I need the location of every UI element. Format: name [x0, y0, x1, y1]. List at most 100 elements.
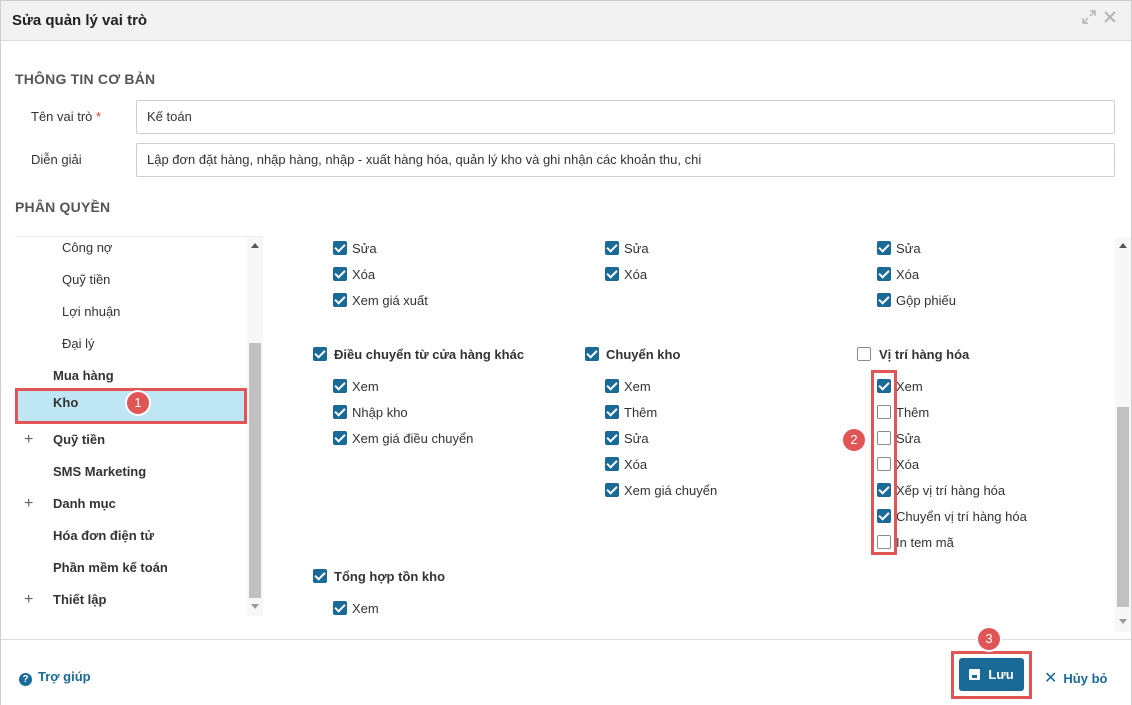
checkbox-transfer-other-view[interactable] — [333, 379, 347, 393]
expand-plus-icon[interactable]: + — [24, 489, 33, 519]
perm-label: Gộp phiếu — [896, 293, 956, 308]
question-circle-icon: ? — [19, 673, 32, 686]
tree-item-label: Thiết lập — [53, 592, 107, 607]
checkbox-location-view[interactable] — [877, 379, 891, 393]
scroll-down-arrow-icon[interactable] — [251, 604, 259, 609]
tree-item-label: Quỹ tiền — [62, 272, 111, 287]
expand-plus-icon[interactable]: + — [24, 425, 33, 455]
scrollbar-thumb[interactable] — [1117, 407, 1129, 607]
perm-label: Xem — [352, 379, 379, 394]
basic-info-heading: THÔNG TIN CƠ BẢN — [15, 71, 156, 87]
edit-role-dialog: Sửa quản lý vai trò THÔNG TIN CƠ BẢN Tên… — [0, 0, 1132, 705]
save-label: Lưu — [988, 667, 1014, 682]
checkbox-group-inventory[interactable] — [313, 569, 327, 583]
checkbox-col1-delete[interactable] — [333, 267, 347, 281]
tree-item-loi-nhuan[interactable]: Lợi nhuận — [15, 297, 247, 327]
group-label-location: Vị trí hàng hóa — [879, 347, 970, 362]
checkbox-location-print-label[interactable] — [877, 535, 891, 549]
checkbox-location-delete[interactable] — [877, 457, 891, 471]
tree-item-thiet-lap[interactable]: + Thiết lập — [15, 585, 247, 615]
tree-item-cong-no[interactable]: Công nợ — [15, 237, 247, 263]
tree-scrollbar[interactable] — [247, 237, 263, 616]
perm-label: Sửa — [352, 241, 377, 256]
perm-label: Xóa — [352, 267, 376, 282]
checkbox-col1-edit[interactable] — [333, 241, 347, 255]
help-label: Trợ giúp — [38, 669, 91, 684]
tree-item-sms-marketing[interactable]: SMS Marketing — [15, 457, 247, 487]
tree-item-phan-mem-ke-toan[interactable]: Phần mềm kế toán — [15, 553, 247, 583]
checkbox-col3-merge[interactable] — [877, 293, 891, 307]
scroll-up-arrow-icon[interactable] — [251, 243, 259, 248]
checkbox-transfer-view-price[interactable] — [605, 483, 619, 497]
checkbox-location-add[interactable] — [877, 405, 891, 419]
scrollbar-thumb[interactable] — [249, 343, 261, 598]
checkbox-transfer-add[interactable] — [605, 405, 619, 419]
perm-label: Sửa — [624, 431, 649, 446]
perm-label: Xem — [624, 379, 651, 394]
tree-item-label: Quỹ tiền — [53, 432, 106, 447]
tree-item-quy-tien[interactable]: + Quỹ tiền — [15, 425, 247, 455]
perm-label: Xem giá xuất — [352, 293, 428, 308]
group-label-inventory: Tổng hợp tồn kho — [334, 569, 446, 584]
checkbox-transfer-view[interactable] — [605, 379, 619, 393]
tree-item-mua-hang[interactable]: Mua hàng — [15, 361, 247, 391]
checkbox-col3-edit[interactable] — [877, 241, 891, 255]
help-link[interactable]: ? Trợ giúp — [19, 669, 91, 686]
checkbox-col2-edit[interactable] — [605, 241, 619, 255]
perm-label: Xếp vị trí hàng hóa — [896, 483, 1006, 498]
perm-label: Xóa — [896, 457, 920, 472]
save-button[interactable]: Lưu — [959, 658, 1024, 691]
expand-plus-icon[interactable]: + — [24, 585, 33, 615]
role-name-input[interactable]: Kế toán — [136, 100, 1115, 134]
perm-label: Thêm — [624, 405, 658, 420]
dialog-titlebar: Sửa quản lý vai trò — [1, 1, 1131, 41]
perm-label: Chuyển vị trí hàng hóa — [896, 509, 1027, 524]
checkbox-col1-view-export-price[interactable] — [333, 293, 347, 307]
perm-label: Thêm — [896, 405, 930, 420]
permissions-scrollbar[interactable] — [1115, 237, 1131, 632]
checkbox-group-transfer[interactable] — [585, 347, 599, 361]
step-badge-3: 3 — [978, 628, 1000, 650]
perm-label: Xem — [896, 379, 923, 394]
x-icon: ✕ — [1044, 670, 1058, 687]
dialog-footer: ? Trợ giúp Lưu ✕ Hủy bỏ — [1, 639, 1131, 705]
tree-item-label: Mua hàng — [53, 368, 114, 383]
close-icon[interactable] — [1101, 10, 1119, 28]
group-label-transfer-other: Điều chuyển từ cửa hàng khác — [334, 347, 525, 362]
checkbox-inventory-view[interactable] — [333, 601, 347, 615]
perm-label: Xem — [352, 601, 379, 616]
perm-label: Xem giá điều chuyển — [352, 431, 474, 446]
checkbox-group-transfer-other[interactable] — [313, 347, 327, 361]
cancel-button[interactable]: ✕ Hủy bỏ — [1044, 668, 1107, 688]
tree-item-danh-muc[interactable]: + Danh mục — [15, 489, 247, 519]
tree-item-label: SMS Marketing — [53, 464, 147, 479]
perm-label: Nhập kho — [352, 405, 408, 420]
scroll-up-arrow-icon[interactable] — [1119, 243, 1127, 248]
checkbox-location-arrange[interactable] — [877, 483, 891, 497]
checkbox-location-edit[interactable] — [877, 431, 891, 445]
checkbox-transfer-other-view-price[interactable] — [333, 431, 347, 445]
scroll-down-arrow-icon[interactable] — [1119, 619, 1127, 624]
checkbox-col2-delete[interactable] — [605, 267, 619, 281]
group-label-transfer: Chuyển kho — [606, 347, 681, 362]
tree-item-quy-tien-child[interactable]: Quỹ tiền — [15, 265, 247, 295]
perm-label: Sửa — [896, 431, 921, 446]
perm-label: Xem giá chuyển — [624, 483, 718, 498]
cancel-label: Hủy bỏ — [1063, 671, 1108, 686]
checkbox-group-location[interactable] — [857, 347, 871, 361]
checkbox-col3-delete[interactable] — [877, 267, 891, 281]
tree-item-dai-ly[interactable]: Đại lý — [15, 329, 247, 359]
perm-label: In tem mã — [896, 535, 954, 550]
role-name-label: Tên vai trò * — [31, 109, 101, 124]
perm-label: Xóa — [624, 267, 648, 282]
checkbox-location-move[interactable] — [877, 509, 891, 523]
checkbox-transfer-other-import[interactable] — [333, 405, 347, 419]
tree-item-label: Đại lý — [62, 336, 95, 351]
required-mark: * — [96, 109, 102, 124]
tree-item-label: Công nợ — [62, 240, 113, 255]
checkbox-transfer-edit[interactable] — [605, 431, 619, 445]
expand-icon[interactable] — [1080, 10, 1098, 28]
description-input[interactable]: Lập đơn đặt hàng, nhập hàng, nhập - xuất… — [136, 143, 1115, 177]
tree-item-hoa-don-dien-tu[interactable]: Hóa đơn điện tử — [15, 521, 247, 551]
checkbox-transfer-delete[interactable] — [605, 457, 619, 471]
